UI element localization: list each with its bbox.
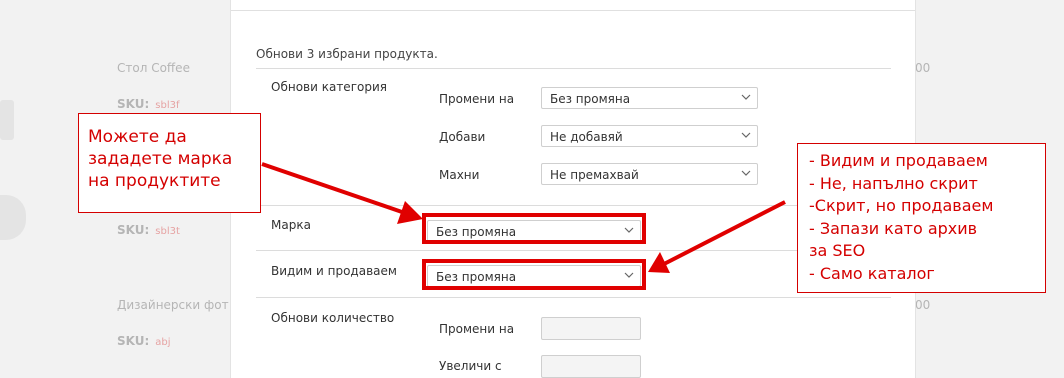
brand-annotation-callout: Можете да зададете марка на продуктите <box>78 113 261 213</box>
visibility-options-callout: - Видим и продаваем - Не, напълно скрит … <box>797 143 1046 293</box>
arrow-to-brand <box>261 162 403 214</box>
arrow-to-visibility <box>663 200 786 266</box>
